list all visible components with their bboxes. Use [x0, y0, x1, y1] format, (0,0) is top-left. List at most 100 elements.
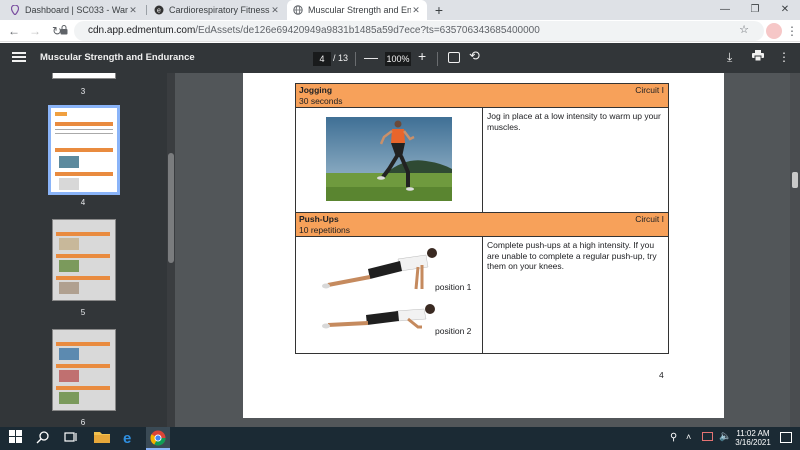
- address-bar[interactable]: cdn.app.edmentum.com/EdAssets/de126e6942…: [60, 21, 764, 41]
- minimize-icon[interactable]: —: [710, 0, 740, 20]
- exercise-header-pushups: Push-Ups 10 repetitions Circuit I: [296, 213, 668, 237]
- tab-divider: [146, 5, 147, 15]
- browser-menu-icon[interactable]: ⋮: [786, 23, 798, 39]
- logo-mark: [55, 112, 67, 116]
- thumbnail-page-4[interactable]: [48, 105, 120, 195]
- zoom-in-button[interactable]: +: [418, 49, 426, 63]
- tab-strip: Dashboard | SC033 - Ware Shoals ✕ e Card…: [0, 0, 800, 20]
- location-pin-icon: [10, 5, 20, 15]
- window-close-icon[interactable]: ✕: [770, 0, 800, 20]
- notifications-icon[interactable]: [780, 432, 792, 443]
- zoom-input[interactable]: 100%: [385, 52, 411, 66]
- exercise-name: Push-Ups: [299, 214, 339, 224]
- globe-icon: [293, 5, 303, 15]
- clock-date: 3/16/2021: [735, 438, 771, 447]
- search-icon[interactable]: [36, 430, 52, 446]
- profile-avatar[interactable]: [766, 23, 782, 39]
- restore-icon[interactable]: ❐: [740, 0, 770, 20]
- clock[interactable]: 11:02 AM 3/16/2021: [733, 429, 773, 447]
- task-view-icon[interactable]: [64, 430, 80, 446]
- new-tab-button[interactable]: +: [431, 2, 447, 18]
- mini-header: [56, 232, 110, 236]
- mini-header: [55, 148, 113, 152]
- browser-toolbar: ← → ↻ cdn.app.edmentum.com/EdAssets/de12…: [0, 20, 800, 42]
- main-scrollbar[interactable]: [790, 73, 800, 427]
- page-number-input[interactable]: 4: [313, 52, 331, 66]
- thumbnail-page-3[interactable]: [52, 73, 116, 79]
- exercise-circuit: Circuit I: [635, 214, 664, 224]
- thumbnail-page-6[interactable]: [52, 329, 116, 411]
- rotate-icon[interactable]: ⟲: [469, 49, 480, 63]
- menu-icon[interactable]: [12, 50, 26, 64]
- pdf-page: Jogging 30 seconds Circuit I Jog in plac…: [243, 73, 724, 418]
- zoom-out-button[interactable]: —: [364, 50, 378, 64]
- more-options-icon[interactable]: ⋮: [778, 50, 790, 64]
- thumbnail-label: 6: [80, 418, 86, 427]
- windows-start-icon[interactable]: [9, 430, 25, 446]
- battery-icon[interactable]: [702, 432, 713, 441]
- sidebar-scrollbar[interactable]: [167, 73, 175, 427]
- close-icon[interactable]: ✕: [128, 5, 138, 16]
- mini-header: [56, 386, 110, 390]
- print-icon[interactable]: [752, 50, 764, 64]
- close-icon[interactable]: ✕: [411, 5, 421, 16]
- mini-image: [59, 282, 79, 294]
- mini-image: [59, 260, 79, 272]
- thumbnail-page-5[interactable]: [52, 219, 116, 301]
- pdf-toolbar: Muscular Strength and Endurance 4 / 13 —…: [0, 43, 800, 73]
- download-icon[interactable]: ⤓: [727, 50, 732, 65]
- tab-title: Muscular Strength and Endurance: [308, 5, 411, 15]
- fit-page-icon[interactable]: [448, 52, 460, 63]
- position-1-label: position 1: [435, 282, 472, 292]
- forward-icon[interactable]: →: [27, 23, 43, 39]
- chevron-up-icon[interactable]: ˄: [686, 432, 691, 442]
- exercise-table: Jogging 30 seconds Circuit I Jog in plac…: [295, 83, 669, 354]
- exercise-image-cell: position 1 position 2: [296, 237, 483, 353]
- url-text: cdn.app.edmentum.com/EdAssets/de126e6942…: [88, 25, 540, 36]
- toolbar-divider: [437, 52, 438, 66]
- exercise-image-cell: [296, 108, 483, 212]
- url-host: cdn.app.edmentum.com: [88, 25, 196, 36]
- exercise-row-jogging: Jog in place at a low intensity to warm …: [296, 108, 668, 213]
- edmentum-icon: e: [154, 5, 164, 15]
- main-scroll-thumb[interactable]: [792, 172, 798, 188]
- sidebar-scroll-thumb[interactable]: [168, 153, 174, 263]
- back-icon[interactable]: ←: [6, 23, 22, 39]
- bookmark-star-icon[interactable]: ☆: [737, 23, 751, 36]
- document-title: Muscular Strength and Endurance: [40, 52, 195, 63]
- mini-header: [56, 276, 110, 280]
- exercise-amount: 10 repetitions: [299, 225, 351, 235]
- volume-icon[interactable]: 🔈: [719, 431, 731, 442]
- close-icon[interactable]: ✕: [270, 5, 280, 16]
- mini-image: [59, 370, 79, 382]
- file-explorer-icon[interactable]: [94, 430, 110, 446]
- url-path: /EdAssets/de126e69420949a9831b1485a59d7e…: [195, 25, 540, 36]
- svg-text:e: e: [123, 430, 131, 445]
- chrome-taskbar-button[interactable]: [146, 427, 170, 450]
- page-footer-number: 4: [659, 370, 664, 380]
- pushup-position-1-illustration: [322, 248, 437, 290]
- edge-browser-icon[interactable]: e: [122, 430, 138, 447]
- svg-text:e: e: [157, 8, 161, 15]
- lock-icon[interactable]: [60, 24, 68, 38]
- tab-cardiorespiratory[interactable]: e Cardiorespiratory Fitness and End ✕: [148, 0, 286, 20]
- mini-image: [59, 238, 79, 250]
- tab-muscular-strength[interactable]: Muscular Strength and Endurance ✕: [287, 0, 427, 20]
- exercise-description: Complete push-ups at a high intensity. I…: [487, 240, 657, 271]
- exercise-row-pushups: position 1 position 2 Complete push-ups …: [296, 237, 668, 353]
- mini-header: [55, 122, 113, 126]
- chrome-icon: [150, 430, 166, 446]
- people-icon[interactable]: ⚲: [670, 432, 677, 443]
- mini-header: [56, 342, 110, 346]
- mini-header: [56, 364, 110, 368]
- tab-dashboard[interactable]: Dashboard | SC033 - Ware Shoals ✕: [4, 0, 144, 20]
- mini-header: [56, 254, 110, 258]
- tab-title: Dashboard | SC033 - Ware Shoals: [25, 5, 128, 15]
- mini-image: [59, 348, 79, 360]
- mini-rule: [55, 129, 113, 130]
- exercise-amount: 30 seconds: [299, 96, 343, 106]
- tab-title: Cardiorespiratory Fitness and End: [169, 5, 270, 15]
- exercise-circuit: Circuit I: [635, 85, 664, 95]
- thumbnail-label: 4: [80, 198, 86, 207]
- pdf-viewer: 3 4 5 6 Jogging 30 seconds Circuit I Jog…: [0, 73, 800, 427]
